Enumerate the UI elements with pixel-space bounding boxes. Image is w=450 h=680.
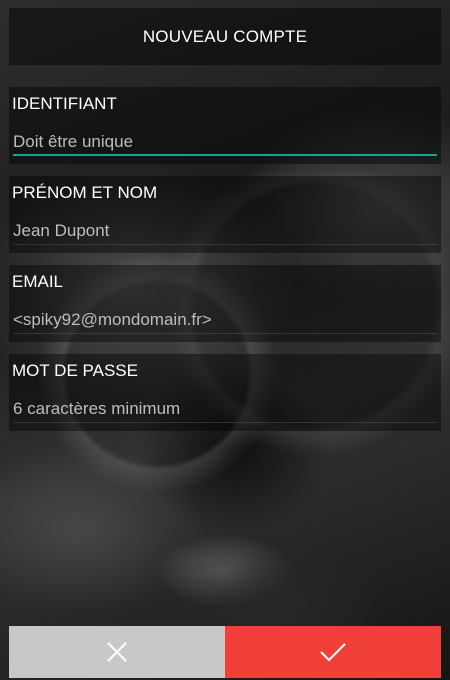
username-field: IDENTIFIANT <box>9 87 441 164</box>
username-label: IDENTIFIANT <box>12 94 117 113</box>
check-icon <box>320 643 346 662</box>
fullname-label: PRÉNOM ET NOM <box>12 183 158 202</box>
email-underline <box>13 333 437 334</box>
fullname-input[interactable] <box>13 216 433 246</box>
password-field: MOT DE PASSE <box>9 354 441 431</box>
close-icon <box>107 642 127 662</box>
page-title: NOUVEAU COMPTE <box>142 26 308 46</box>
action-bar <box>9 626 441 678</box>
app-header: NOUVEAU COMPTE <box>9 8 441 65</box>
fullname-underline <box>13 244 437 245</box>
password-input[interactable] <box>13 394 433 424</box>
confirm-button[interactable] <box>225 626 441 678</box>
username-input[interactable] <box>13 127 433 157</box>
fullname-field: PRÉNOM ET NOM <box>9 176 441 253</box>
email-input[interactable] <box>13 305 433 335</box>
email-field: EMAIL <box>9 265 441 342</box>
password-underline <box>13 422 437 423</box>
email-label: EMAIL <box>12 272 64 291</box>
username-underline <box>13 154 437 156</box>
cancel-button[interactable] <box>9 626 225 678</box>
password-label: MOT DE PASSE <box>12 361 138 380</box>
